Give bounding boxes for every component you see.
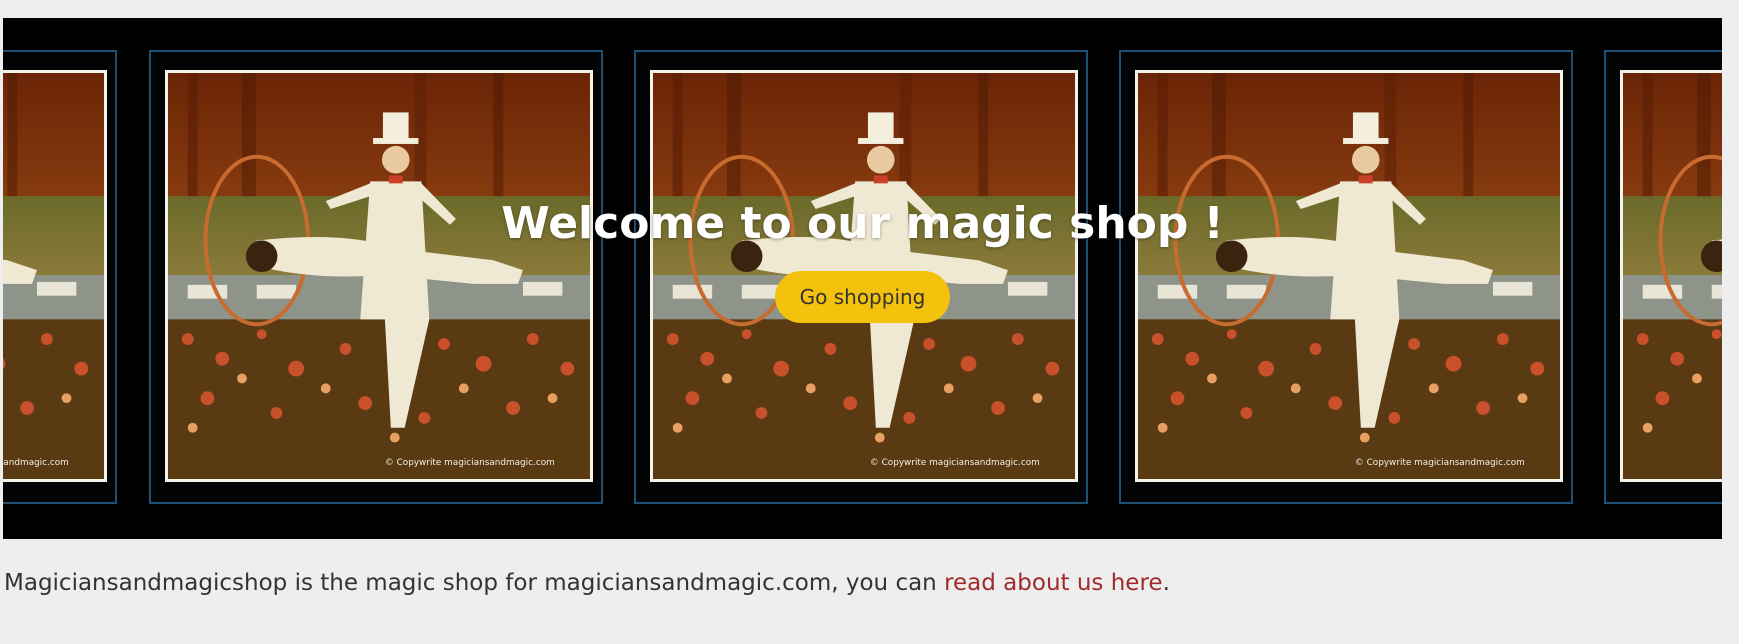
- hero-banner: Welcome to our magic shop ! Go shopping: [3, 18, 1722, 539]
- intro-paragraph: Magiciansandmagicshop is the magic shop …: [4, 570, 1170, 596]
- hero-title: Welcome to our magic shop !: [501, 198, 1224, 249]
- go-shopping-button[interactable]: Go shopping: [774, 271, 951, 323]
- intro-text: Magiciansandmagicshop is the magic shop …: [4, 570, 945, 596]
- hero-overlay: Welcome to our magic shop ! Go shopping: [3, 18, 1722, 539]
- intro-text-end: .: [1162, 570, 1170, 596]
- about-us-link[interactable]: read about us here: [944, 570, 1162, 596]
